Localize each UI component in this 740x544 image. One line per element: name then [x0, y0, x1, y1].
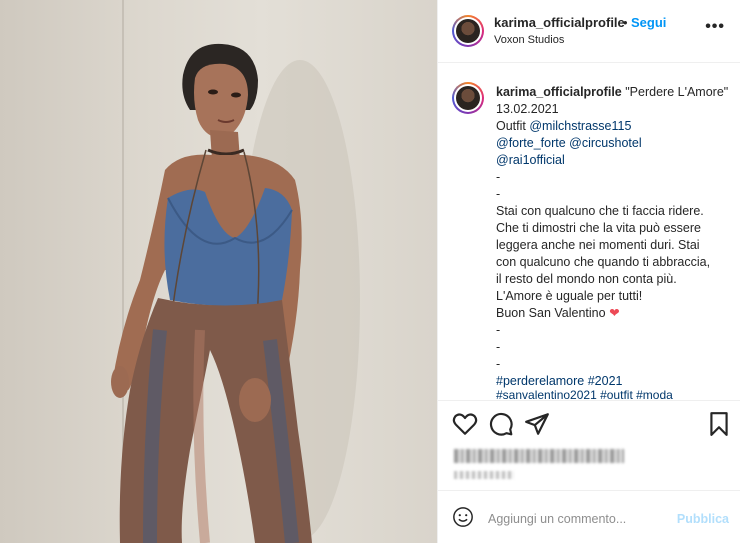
- caption-body-line: L'Amore è uguale per tutti!: [496, 289, 643, 303]
- mention-link[interactable]: @milchstrasse115: [529, 119, 631, 133]
- caption-title: "Perdere L'Amore": [625, 85, 729, 99]
- comment-input[interactable]: Aggiungi un commento...: [488, 512, 626, 526]
- post-actions: [438, 400, 740, 489]
- caption-body-line: leggera anche nei momenti duri. Stai: [496, 238, 700, 252]
- header-username[interactable]: karima_officialprofile: [494, 15, 625, 30]
- publish-button[interactable]: Pubblica: [677, 512, 729, 526]
- caption-avatar[interactable]: [452, 82, 484, 114]
- post-header: karima_officialprofile • Segui Voxon Stu…: [438, 0, 740, 63]
- caption-dash: -: [496, 187, 501, 201]
- caption-body-line: il resto del mondo non conta più.: [496, 272, 677, 286]
- post-caption: karima_officialprofile "Perdere L'Amore"…: [438, 62, 740, 400]
- caption-dash: -: [496, 323, 501, 337]
- bookmark-icon[interactable]: [706, 411, 732, 437]
- share-icon[interactable]: [524, 411, 550, 437]
- caption-body-line: con qualcuno che quando ti abbraccia,: [496, 255, 711, 269]
- caption-body-line: Stai con qualcuno che ti faccia ridere.: [496, 204, 704, 218]
- caption-dash: -: [496, 357, 501, 371]
- emoji-icon[interactable]: [452, 506, 474, 528]
- caption-username[interactable]: karima_officialprofile: [496, 85, 622, 99]
- post-photo[interactable]: [0, 0, 437, 543]
- woman-figure-illustration: [111, 43, 360, 543]
- caption-dash: -: [496, 170, 501, 184]
- timestamp-blurred: [454, 471, 514, 479]
- profile-avatar[interactable]: [452, 15, 484, 47]
- heart-emoji-icon: ❤: [609, 306, 620, 320]
- follow-button[interactable]: Segui: [631, 15, 666, 30]
- caption-dash: -: [496, 340, 501, 354]
- likes-count-blurred: [454, 449, 624, 463]
- hashtag-links-cut[interactable]: #sanvalentino2021 #outfit #moda: [496, 388, 731, 400]
- mention-link[interactable]: @circushotel: [569, 136, 641, 150]
- mention-link[interactable]: @forte_forte: [496, 136, 566, 150]
- comment-bar: Aggiungi un commento... Pubblica: [438, 490, 740, 544]
- instagram-post: karima_officialprofile • Segui Voxon Stu…: [0, 0, 740, 543]
- heart-icon[interactable]: [452, 411, 478, 437]
- more-options-icon[interactable]: •••: [705, 18, 725, 36]
- header-separator: •: [623, 15, 628, 30]
- location-link[interactable]: Voxon Studios: [494, 34, 564, 46]
- caption-closing: Buon San Valentino: [496, 306, 606, 320]
- outfit-label: Outfit: [496, 119, 530, 133]
- post-side-panel: karima_officialprofile • Segui Voxon Stu…: [437, 0, 740, 543]
- caption-text: karima_officialprofile "Perdere L'Amore"…: [496, 84, 731, 390]
- caption-body-line: Che ti dimostri che la vita può essere: [496, 221, 701, 235]
- mention-link[interactable]: @rai1official: [496, 153, 565, 167]
- comment-icon[interactable]: [488, 411, 514, 437]
- caption-date: 13.02.2021: [496, 102, 559, 116]
